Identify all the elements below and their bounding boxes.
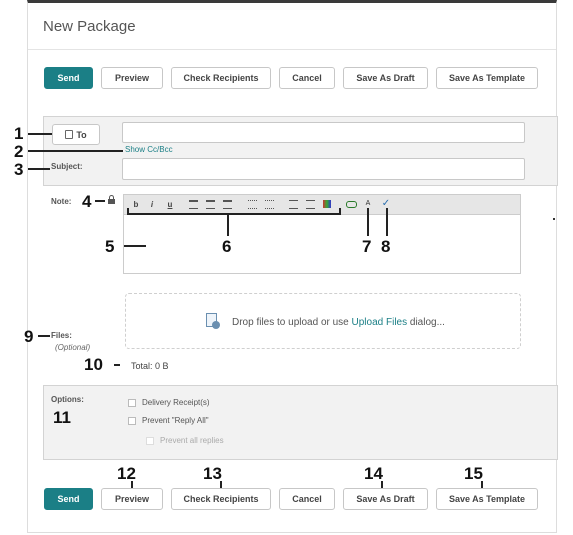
save-template-button-top[interactable]: Save As Template	[436, 67, 538, 89]
callout-5-line	[124, 245, 146, 247]
text-color-icon[interactable]	[321, 198, 333, 210]
callout-7: 7	[362, 237, 372, 256]
callout-4-line	[95, 200, 105, 202]
italic-button[interactable]: i	[146, 198, 158, 210]
callout-9: 9	[24, 327, 34, 346]
send-button-top[interactable]: Send	[44, 67, 93, 89]
callout-8-line	[386, 208, 388, 236]
callout-6-bracket-left	[127, 208, 129, 215]
callout-3: 3	[14, 160, 24, 179]
note-label: Note:	[51, 197, 72, 206]
to-button[interactable]: To	[52, 124, 100, 145]
indent-icon[interactable]	[304, 198, 316, 210]
drop-text: Drop files to upload or use Upload Files…	[232, 317, 445, 328]
delivery-receipt-label: Delivery Receipt(s)	[142, 398, 210, 407]
address-book-icon	[65, 130, 74, 139]
dialog-suffix: dialog...	[409, 317, 445, 328]
bold-button[interactable]: b	[130, 198, 142, 210]
subject-input[interactable]	[122, 158, 525, 180]
lock-icon	[108, 195, 115, 204]
files-label: Files:	[51, 331, 72, 340]
callout-10: 10	[84, 355, 103, 374]
link-icon[interactable]	[345, 198, 357, 210]
resize-dot	[553, 218, 555, 220]
preview-button-top[interactable]: Preview	[101, 67, 163, 89]
callout-9-line	[38, 335, 50, 337]
save-draft-button-top[interactable]: Save As Draft	[343, 67, 428, 89]
callout-6-bracket	[127, 213, 341, 215]
callout-6: 6	[222, 237, 232, 256]
subject-label: Subject:	[51, 162, 83, 171]
callout-6-line	[227, 213, 229, 236]
options-panel	[43, 385, 558, 460]
upload-files-link[interactable]: Upload Files	[352, 317, 408, 328]
title-divider	[28, 49, 556, 50]
underline-button[interactable]: u	[164, 198, 176, 210]
to-button-label: To	[76, 129, 87, 140]
files-total: Total: 0 B	[131, 361, 169, 371]
callout-6-bracket-right	[339, 208, 341, 215]
prevent-all-replies-checkbox[interactable]	[146, 437, 154, 445]
check-recipients-button-top[interactable]: Check Recipients	[171, 67, 271, 89]
show-cc-bcc-link[interactable]: Show Cc/Bcc	[125, 145, 173, 154]
to-input[interactable]	[122, 122, 525, 143]
outdent-icon[interactable]	[287, 198, 299, 210]
align-left-icon[interactable]	[187, 198, 199, 210]
align-right-icon[interactable]	[221, 198, 233, 210]
callout-14: 14	[364, 464, 383, 483]
align-center-icon[interactable]	[204, 198, 216, 210]
callout-1-line	[28, 133, 52, 135]
options-label: Options:	[51, 395, 84, 404]
delivery-receipt-checkbox[interactable]	[128, 399, 136, 407]
callout-13: 13	[203, 464, 222, 483]
callout-13-line	[220, 481, 222, 488]
upload-file-icon	[206, 313, 220, 329]
callout-11: 11	[53, 408, 71, 427]
save-template-button-bottom[interactable]: Save As Template	[436, 488, 538, 510]
callout-2-line	[28, 150, 123, 152]
preview-button-bottom[interactable]: Preview	[101, 488, 163, 510]
cancel-button-bottom[interactable]: Cancel	[279, 488, 335, 510]
callout-12: 12	[117, 464, 136, 483]
callout-10-line	[114, 364, 120, 366]
callout-7-line	[367, 208, 369, 236]
numbered-list-icon[interactable]	[263, 198, 275, 210]
callout-1: 1	[14, 124, 24, 143]
callout-2: 2	[14, 142, 24, 161]
callout-5: 5	[105, 237, 115, 256]
page-title: New Package	[43, 18, 136, 35]
files-optional-label: (Optional)	[55, 343, 91, 352]
callout-8: 8	[381, 237, 391, 256]
callout-14-line	[381, 481, 383, 488]
prevent-reply-all-checkbox[interactable]	[128, 417, 136, 425]
cancel-button-top[interactable]: Cancel	[279, 67, 335, 89]
check-recipients-button-bottom[interactable]: Check Recipients	[171, 488, 271, 510]
callout-12-line	[131, 481, 133, 488]
prevent-all-replies-label: Prevent all replies	[160, 436, 224, 445]
callout-3-line	[28, 168, 50, 170]
callout-15: 15	[464, 464, 483, 483]
drop-text-label: Drop files to upload or use	[232, 317, 349, 328]
prevent-reply-all-label: Prevent "Reply All"	[142, 416, 209, 425]
save-draft-button-bottom[interactable]: Save As Draft	[343, 488, 428, 510]
bullet-list-icon[interactable]	[246, 198, 258, 210]
send-button-bottom[interactable]: Send	[44, 488, 93, 510]
callout-15-line	[481, 481, 483, 488]
callout-4: 4	[82, 192, 92, 211]
